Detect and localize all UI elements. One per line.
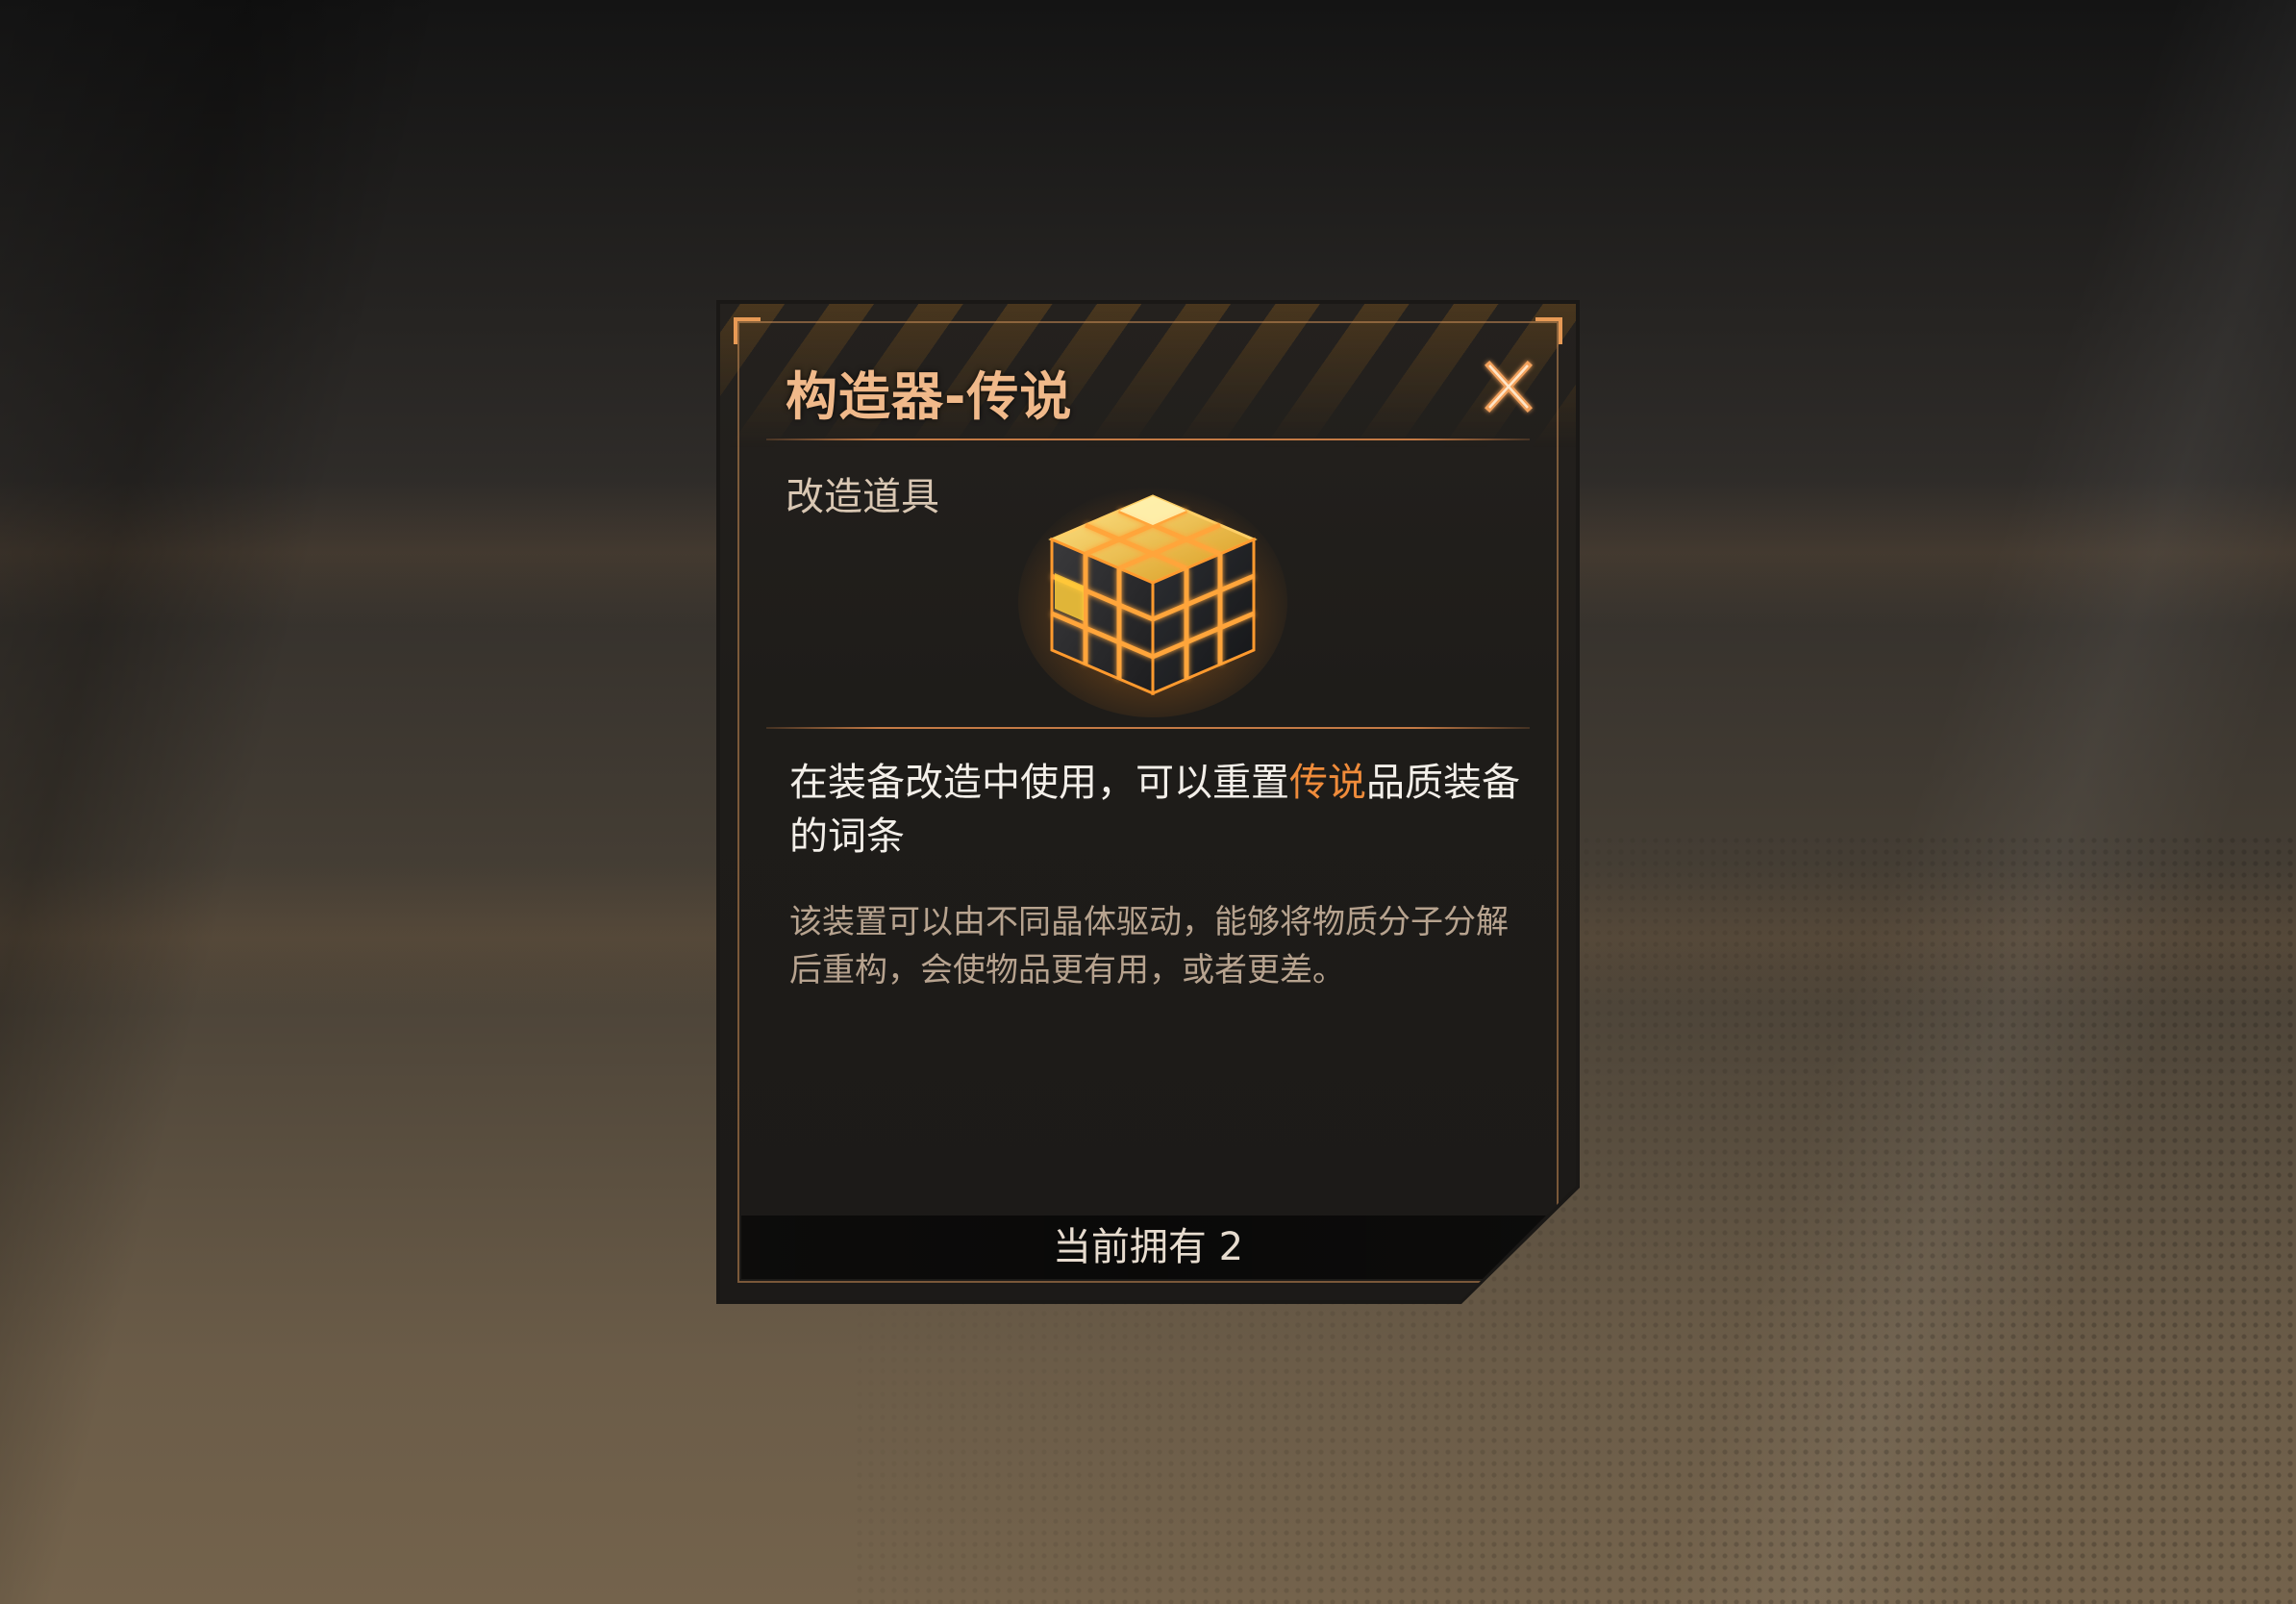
close-button[interactable] — [1478, 356, 1539, 417]
owned-count: 当前拥有 2 — [1052, 1225, 1244, 1269]
item-flavor-text: 该装置可以由不同晶体驱动，能够将物质分子分解后重构，会使物品更有用，或者更差。 — [789, 903, 1509, 990]
game-screen: 构造器-传说 改造道具 在装备改造中使用，可以重置传说品质装备的词条 该装置可以… — [0, 0, 2296, 1604]
header-divider — [766, 439, 1530, 440]
item-title: 构造器-传说 — [786, 366, 1073, 427]
glowing-cube-icon — [1018, 487, 1287, 717]
effect-text-prefix: 在装备改造中使用，可以重置 — [789, 761, 1289, 805]
item-category: 改造道具 — [786, 475, 939, 519]
owned-count-bar: 当前拥有 2 — [741, 1216, 1555, 1279]
panel-body: 构造器-传说 改造道具 在装备改造中使用，可以重置传说品质装备的词条 该装置可以… — [720, 304, 1576, 1300]
close-x-icon — [1485, 361, 1533, 413]
background-slash — [0, 0, 450, 1604]
corner-bracket — [1535, 317, 1562, 344]
quality-highlight: 传说 — [1289, 761, 1366, 805]
corner-bracket — [734, 317, 761, 344]
item-image — [1009, 467, 1297, 717]
item-effect-description: 在装备改造中使用，可以重置传说品质装备的词条 — [789, 756, 1520, 864]
item-detail-panel: 构造器-传说 改造道具 在装备改造中使用，可以重置传说品质装备的词条 该装置可以… — [716, 300, 1580, 1304]
content-divider — [766, 727, 1530, 729]
